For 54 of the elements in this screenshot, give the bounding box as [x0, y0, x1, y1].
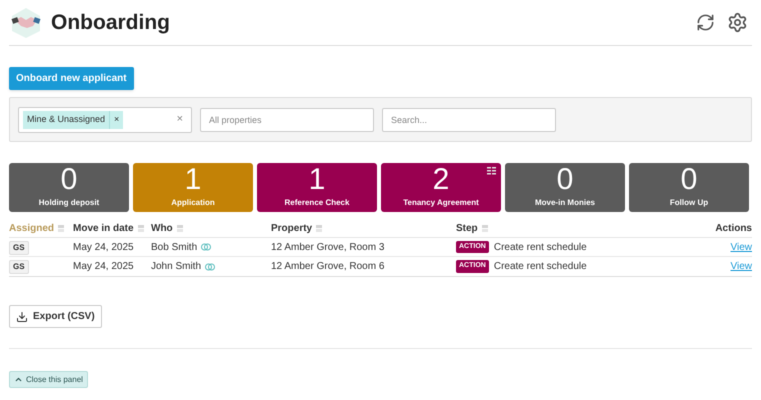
tile-count: 0 [680, 163, 698, 197]
tile-label: Follow Up [670, 197, 708, 209]
table-cell: May 24, 2025 [73, 242, 134, 252]
table-cell: May 24, 2025 [73, 261, 134, 272]
stage-tile[interactable]: 0 Follow Up [629, 163, 749, 212]
tile-label: Application [171, 197, 215, 209]
table-cell-text: Create rent schedule [494, 260, 587, 274]
refresh-icon[interactable] [696, 13, 715, 32]
filter-tag: Mine & Unassigned [23, 110, 110, 128]
table-cell: 12 Amber Grove, Room 3 [271, 242, 384, 252]
table-cell: 12 Amber Grove, Room 6 [271, 261, 384, 272]
tile-label: Tenancy Agreement [403, 197, 479, 209]
list-icon [487, 167, 497, 175]
clear-button[interactable]: × [176, 111, 183, 128]
tile-label: Reference Check [284, 197, 350, 209]
table-cell-text: Create rent schedule [494, 240, 587, 254]
sort-icon[interactable] [176, 224, 183, 232]
rings-icon [205, 262, 216, 270]
stage-tile[interactable]: 0 Move-in Monies [505, 163, 625, 212]
column-header[interactable]: Step [456, 221, 478, 236]
search-field[interactable]: Search... [382, 108, 556, 132]
property-field[interactable]: All properties [200, 108, 374, 132]
tile-count: 1 [184, 163, 202, 197]
column-header[interactable]: Who [151, 221, 173, 236]
assignee-badge: GS [9, 260, 29, 274]
assignee-badge: GS [9, 240, 29, 254]
tile-count: 1 [308, 163, 326, 197]
column-header[interactable]: Move in date [73, 221, 134, 236]
sort-icon[interactable] [58, 224, 64, 232]
stage-tile[interactable]: 1 Reference Check [257, 163, 377, 212]
stage-tile[interactable]: 0 Holding deposit [9, 163, 129, 212]
rings-icon [201, 243, 212, 251]
table-cell-text: John Smith [151, 260, 202, 274]
export-button[interactable]: Export (CSV) [9, 305, 102, 328]
download-icon [16, 310, 28, 322]
tile-label: Move-in Monies [534, 197, 595, 209]
sort-icon[interactable] [316, 224, 322, 232]
handshake-logo [9, 6, 43, 40]
sort-icon[interactable] [482, 224, 488, 232]
column-header[interactable]: Property [271, 221, 312, 236]
tile-count: 0 [60, 163, 78, 197]
assignee-select[interactable]: Mine & Unassigned × × [18, 106, 192, 132]
close-panel-button[interactable]: Close this panel [9, 371, 88, 388]
chevron-up-icon [14, 375, 23, 384]
column-header[interactable]: Actions [715, 221, 752, 236]
tag-remove[interactable]: × [109, 110, 124, 128]
tile-count: 0 [556, 163, 574, 197]
tile-label: Holding deposit [38, 197, 100, 209]
tile-count: 2 [432, 163, 450, 197]
sort-icon[interactable] [138, 224, 144, 232]
page-title: Onboarding [51, 10, 170, 36]
stage-tile[interactable]: 2 Tenancy Agreement [381, 163, 501, 212]
table-cell-text: Bob Smith [151, 240, 198, 254]
settings-icon[interactable] [727, 12, 748, 33]
